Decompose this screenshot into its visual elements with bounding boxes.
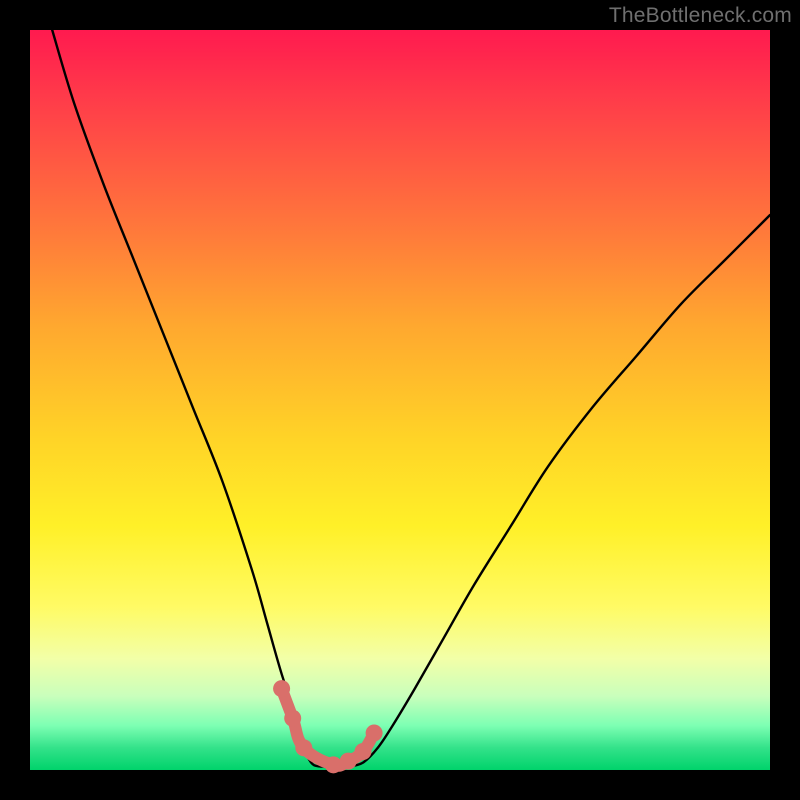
flat-bottom-marker: [325, 756, 342, 773]
chart-stage: TheBottleneck.com: [0, 0, 800, 800]
bottleneck-curve: [52, 30, 770, 767]
plot-area: [30, 30, 770, 770]
flat-bottom-marker: [284, 710, 301, 727]
flat-bottom-marker: [340, 753, 357, 770]
flat-bottom-marker: [355, 743, 372, 760]
flat-bottom-marker: [366, 725, 383, 742]
flat-bottom-marker: [273, 680, 290, 697]
flat-bottom-marker: [295, 739, 312, 756]
watermark-label: TheBottleneck.com: [609, 4, 792, 28]
curve-svg: [30, 30, 770, 770]
flat-bottom-markers: [273, 680, 383, 773]
